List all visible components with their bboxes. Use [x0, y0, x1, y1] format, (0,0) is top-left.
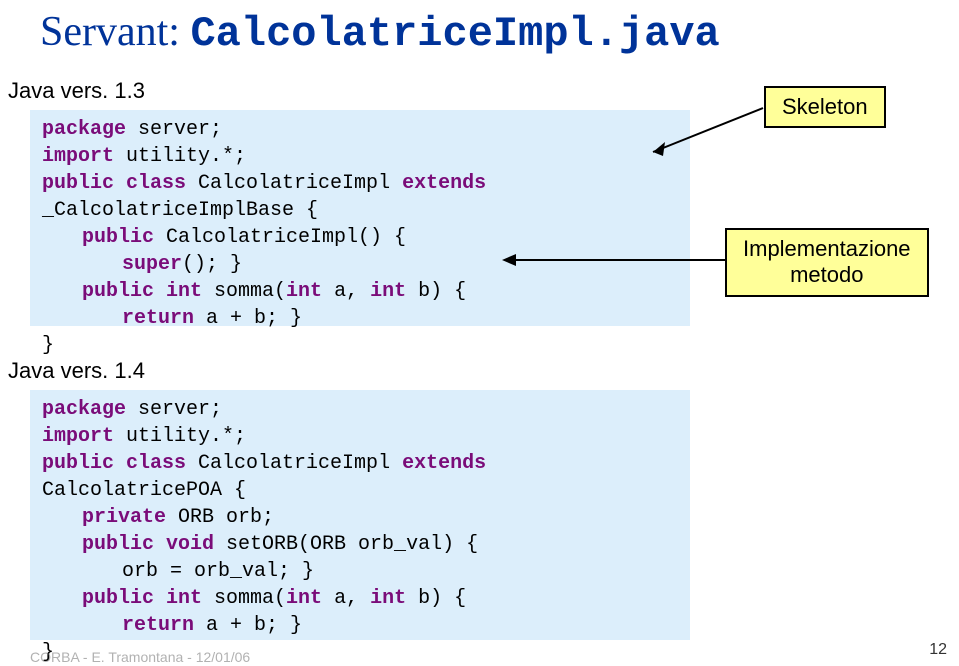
code-block-2: package server; import utility.*; public…: [30, 390, 690, 640]
footer-text: CORBA - E. Tramontana - 12/01/06: [30, 649, 250, 665]
note-implementation: Implementazione metodo: [725, 228, 929, 297]
code-line: import utility.*;: [42, 423, 678, 450]
code-line: super(); }: [42, 251, 678, 278]
code-line: return a + b; }: [42, 305, 678, 332]
code-line: }: [42, 332, 678, 359]
code-line: package server;: [42, 396, 678, 423]
version-label-1: Java vers. 1.3: [8, 78, 145, 104]
code-line: orb = orb_val; }: [42, 558, 678, 585]
title-prefix: Servant:: [40, 9, 190, 55]
code-line: package server;: [42, 116, 678, 143]
code-line: public class CalcolatriceImpl extends Ca…: [42, 450, 678, 504]
note-skeleton: Skeleton: [764, 86, 886, 128]
title-filename: CalcolatriceImpl.java: [190, 10, 719, 58]
code-line: public int somma(int a, int b) {: [42, 278, 678, 305]
code-block-1: package server; import utility.*; public…: [30, 110, 690, 326]
version-label-2: Java vers. 1.4: [8, 358, 145, 384]
code-line: return a + b; }: [42, 612, 678, 639]
code-line: private ORB orb;: [42, 504, 678, 531]
code-line: public CalcolatriceImpl() {: [42, 224, 678, 251]
code-line: public int somma(int a, int b) {: [42, 585, 678, 612]
slide-title: Servant: CalcolatriceImpl.java: [0, 0, 959, 58]
code-line: public void setORB(ORB orb_val) {: [42, 531, 678, 558]
code-line: public class CalcolatriceImpl extends _C…: [42, 170, 678, 224]
code-line: import utility.*;: [42, 143, 678, 170]
page-number: 12: [929, 641, 947, 659]
